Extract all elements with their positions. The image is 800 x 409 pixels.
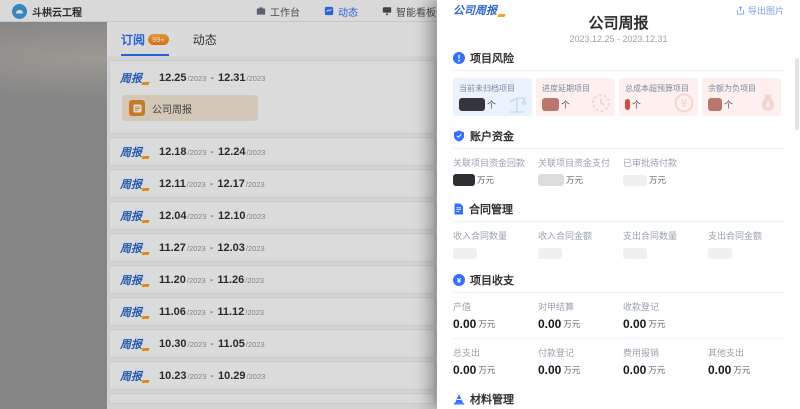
stat-label: 关联项目资金回款 bbox=[453, 156, 538, 169]
risk-card-unit: 个 bbox=[487, 98, 496, 111]
stat-label: 其他支出 bbox=[708, 346, 784, 359]
section-project-risk: 项目风险 当前未归档项目 个 进度延期项目 个 bbox=[453, 51, 784, 116]
stat-item: 总支出 0.00 万元 bbox=[453, 346, 538, 377]
stat-unit: 万元 bbox=[648, 364, 665, 376]
warning-icon bbox=[453, 52, 465, 64]
stat-unit: 万元 bbox=[477, 174, 494, 186]
section-contract-management: 合同管理 收入合同数量 收入合同金额 支出合同数量 支出合同金额 bbox=[453, 202, 784, 260]
stat-label: 已审批待付款 bbox=[623, 156, 699, 169]
company-weekly-report-drawer: 公司周报 导出图片 公司周报 2023.12.25 - 2023.12.31 项… bbox=[437, 0, 800, 409]
export-label: 导出图片 bbox=[748, 4, 784, 17]
stat-unit: 万元 bbox=[648, 318, 665, 330]
section-account-funds: 账户资金 关联项目资金回款 万元 关联项目资金支付 万元 已审批待付款 bbox=[453, 129, 784, 187]
redacted-value bbox=[625, 99, 630, 110]
stat-item: 支出合同金额 bbox=[708, 229, 784, 260]
risk-card-over-budget: 总成本超预算项目 个 ¥ bbox=[619, 78, 698, 116]
stat-item: 支出合同数量 bbox=[623, 229, 708, 260]
stat-label: 对甲结算 bbox=[538, 300, 623, 313]
drawer-report-logo: 公司周报 bbox=[453, 2, 505, 18]
stat-item: 付款登记 0.00 万元 bbox=[538, 346, 623, 377]
stat-item: 费用报销 0.00 万元 bbox=[623, 346, 708, 377]
divider bbox=[453, 292, 784, 293]
stat-label: 收入合同金额 bbox=[538, 229, 623, 242]
redacted-value bbox=[708, 248, 732, 259]
redacted-value bbox=[708, 98, 722, 111]
stat-item: 收款登记 0.00 万元 bbox=[623, 300, 699, 331]
stat-unit: 万元 bbox=[733, 364, 750, 376]
stat-value: 0.00 bbox=[623, 363, 646, 377]
stat-value: 0.00 bbox=[538, 363, 561, 377]
risk-card-unarchived: 当前未归档项目 个 bbox=[453, 78, 532, 116]
stat-item: 关联项目资金支付 万元 bbox=[538, 156, 623, 187]
section-project-income-expense: ¥ 项目收支 产值 0.00 万元 对甲结算 0.00 万元 收款登记 bbox=[453, 273, 784, 377]
stat-label: 支出合同金额 bbox=[708, 229, 784, 242]
section-material-management: 材料管理 采购订单数量 0 个 采购订单金额 0.00 万元 入库单金额 bbox=[453, 392, 784, 409]
coin-icon: ¥ bbox=[453, 274, 465, 286]
stat-unit: 万元 bbox=[478, 364, 495, 376]
divider bbox=[453, 221, 784, 222]
risk-card-unit: 个 bbox=[632, 98, 641, 111]
risk-card-unit: 个 bbox=[561, 98, 570, 111]
stat-unit: 万元 bbox=[566, 174, 583, 186]
stat-label: 费用报销 bbox=[623, 346, 708, 359]
drawer-mask[interactable] bbox=[0, 0, 437, 409]
stat-value: 0.00 bbox=[708, 363, 731, 377]
divider bbox=[453, 70, 784, 71]
report-date-range: 2023.12.25 - 2023.12.31 bbox=[453, 34, 784, 44]
stat-item: 收入合同金额 bbox=[538, 229, 623, 260]
stat-label: 总支出 bbox=[453, 346, 538, 359]
stat-item: 收入合同数量 bbox=[453, 229, 538, 260]
redacted-value bbox=[453, 248, 477, 259]
section-title: 合同管理 bbox=[469, 201, 513, 217]
section-title: 项目收支 bbox=[470, 272, 514, 288]
shield-icon bbox=[453, 130, 465, 142]
export-image-button[interactable]: 导出图片 bbox=[736, 4, 784, 17]
redacted-value bbox=[542, 98, 559, 111]
stat-unit: 万元 bbox=[563, 318, 580, 330]
redacted-value bbox=[623, 248, 647, 259]
divider bbox=[453, 338, 784, 339]
stat-item: 已审批待付款 万元 bbox=[623, 156, 699, 187]
stat-value: 0.00 bbox=[453, 317, 476, 331]
risk-card-unit: 个 bbox=[724, 98, 733, 111]
section-title: 账户资金 bbox=[470, 128, 514, 144]
redacted-value bbox=[623, 175, 647, 186]
stat-item: 对甲结算 0.00 万元 bbox=[538, 300, 623, 331]
stat-unit: 万元 bbox=[649, 174, 666, 186]
stat-label: 产值 bbox=[453, 300, 538, 313]
contract-icon bbox=[453, 203, 464, 215]
stat-label: 收入合同数量 bbox=[453, 229, 538, 242]
stat-label: 收款登记 bbox=[623, 300, 699, 313]
stat-label: 支出合同数量 bbox=[623, 229, 708, 242]
redacted-value bbox=[459, 98, 485, 111]
stat-value: 0.00 bbox=[623, 317, 646, 331]
stat-label: 付款登记 bbox=[538, 346, 623, 359]
stat-unit: 万元 bbox=[563, 364, 580, 376]
redacted-value bbox=[538, 248, 562, 259]
stat-item: 产值 0.00 万元 bbox=[453, 300, 538, 331]
stat-value: 0.00 bbox=[538, 317, 561, 331]
cone-icon bbox=[453, 393, 465, 405]
stat-value: 0.00 bbox=[453, 363, 476, 377]
stat-item: 关联项目资金回款 万元 bbox=[453, 156, 538, 187]
divider bbox=[453, 148, 784, 149]
drawer-scrollbar[interactable] bbox=[795, 58, 799, 130]
stat-unit: 万元 bbox=[478, 318, 495, 330]
risk-card-negative-balance: 余额为负项目 个 ¥ bbox=[702, 78, 781, 116]
risk-card-label: 当前未归档项目 bbox=[459, 83, 526, 94]
redacted-value bbox=[538, 174, 564, 186]
section-title: 项目风险 bbox=[470, 50, 514, 66]
stat-item: 其他支出 0.00 万元 bbox=[708, 346, 784, 377]
section-title: 材料管理 bbox=[470, 391, 514, 407]
stat-label: 关联项目资金支付 bbox=[538, 156, 623, 169]
risk-card-delayed: 进度延期项目 个 bbox=[536, 78, 615, 116]
export-image-icon bbox=[736, 6, 745, 15]
redacted-value bbox=[453, 174, 475, 186]
